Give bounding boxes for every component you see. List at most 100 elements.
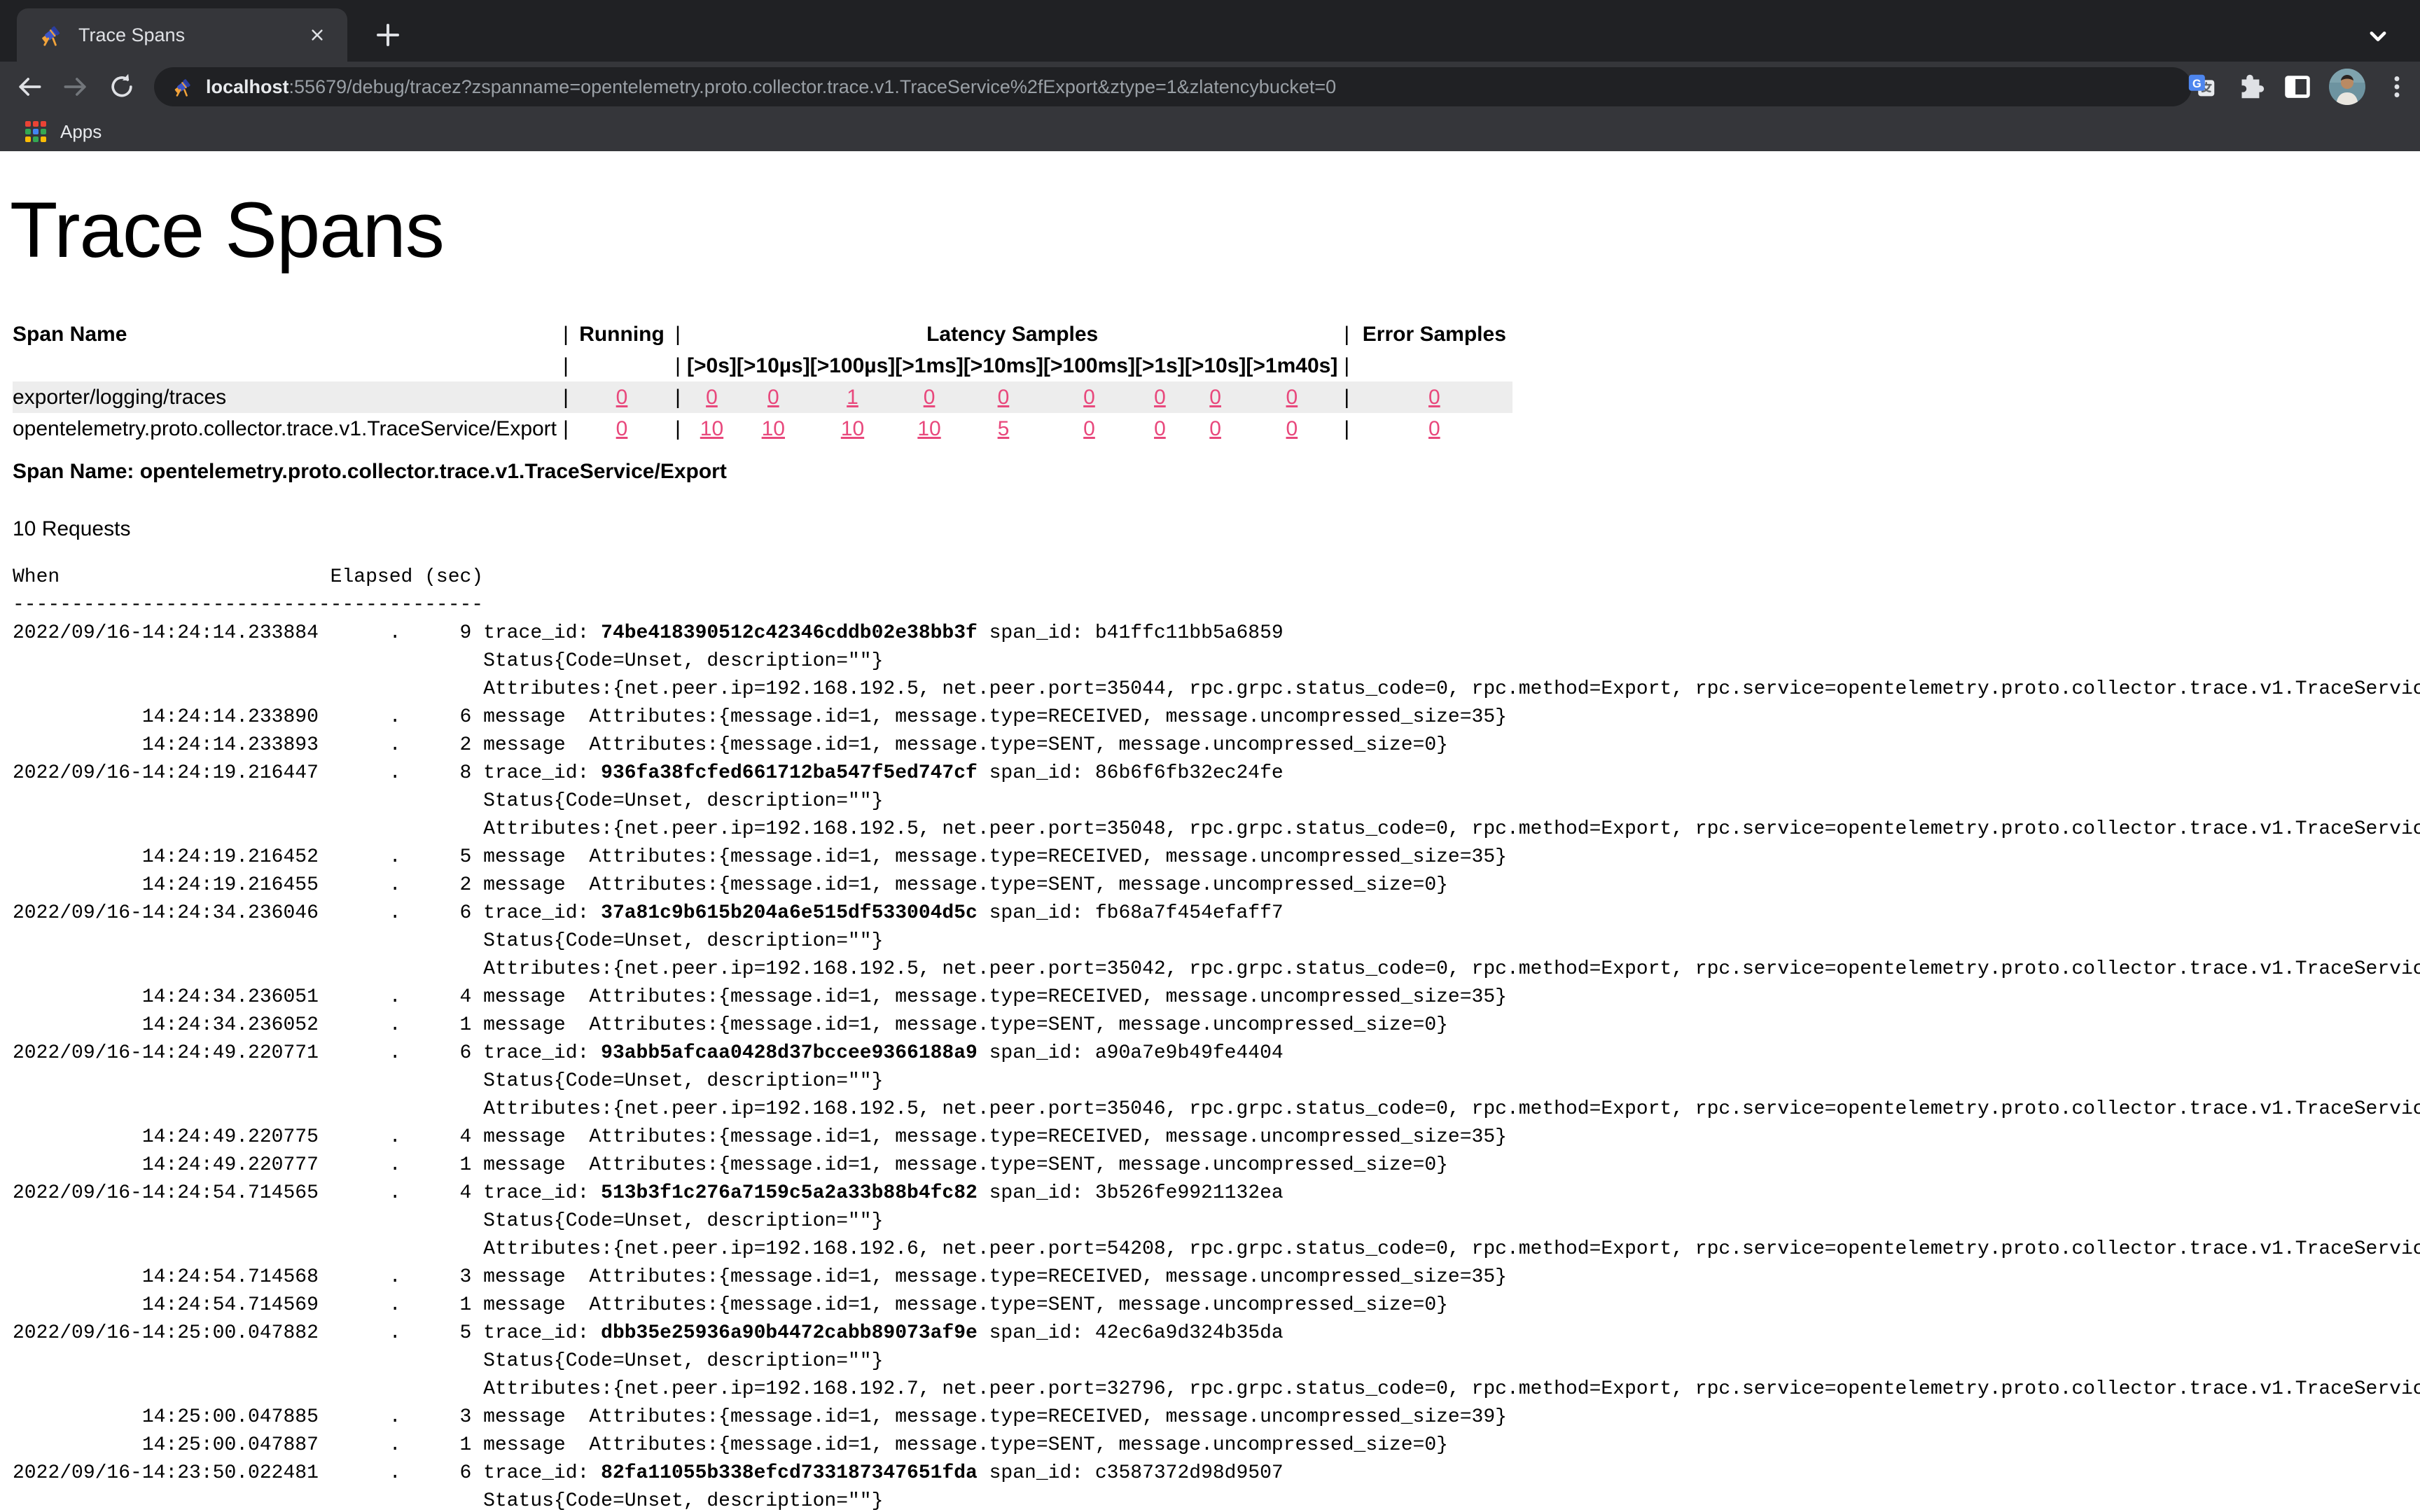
- column-separator: |: [1337, 350, 1356, 382]
- sample-count-link[interactable]: 0: [1154, 386, 1166, 409]
- latency-bucket-count[interactable]: 5: [964, 413, 1043, 444]
- sample-count-link[interactable]: 0: [1286, 386, 1298, 409]
- translate-icon[interactable]: G: [2186, 71, 2218, 103]
- log-line: 14:24:54.714569 . 1 message Attributes:{…: [13, 1292, 2420, 1320]
- latency-bucket-count[interactable]: 0: [964, 382, 1043, 413]
- puzzle-icon[interactable]: [2234, 71, 2266, 103]
- sample-count-link[interactable]: 10: [700, 417, 723, 440]
- span-summary-row: exporter/logging/traces|0|001000000|0: [13, 382, 1512, 413]
- latency-bucket-count[interactable]: 0: [1246, 413, 1337, 444]
- sample-count-link[interactable]: 10: [841, 417, 864, 440]
- latency-bucket-label: [>1ms]: [895, 350, 964, 382]
- toolbar-actions: G: [2171, 62, 2413, 112]
- latency-bucket-count[interactable]: 10: [895, 413, 964, 444]
- sample-count-link[interactable]: 0: [1428, 386, 1440, 409]
- log-line: 14:25:00.047885 . 3 message Attributes:{…: [13, 1404, 2420, 1432]
- arrow-right-icon[interactable]: [60, 71, 91, 102]
- column-separator: |: [669, 413, 687, 444]
- log-line: 14:24:14.233890 . 6 message Attributes:{…: [13, 704, 2420, 732]
- latency-bucket-header-row: | | [>0s][>10µs][>100µs][>1ms][>10ms][>1…: [13, 350, 1512, 382]
- sample-count-link[interactable]: 1: [847, 386, 858, 409]
- sample-count-link[interactable]: 0: [706, 386, 718, 409]
- log-line: 2022/09/16-14:23:50.022481 . 6 trace_id:…: [13, 1460, 2420, 1488]
- log-line: Status{Code=Unset, description=""}: [13, 1208, 2420, 1236]
- url-path: :55679/debug/tracez?zspanname=openteleme…: [289, 76, 1337, 97]
- latency-bucket-count[interactable]: 1: [810, 382, 896, 413]
- sample-count-link[interactable]: 0: [616, 386, 628, 409]
- user-avatar[interactable]: [2329, 69, 2365, 105]
- log-line: 2022/09/16-14:24:19.216447 . 8 trace_id:…: [13, 760, 2420, 788]
- close-icon[interactable]: [305, 23, 329, 47]
- latency-bucket-label: [>100ms]: [1043, 350, 1135, 382]
- span-name: exporter/logging/traces: [13, 382, 557, 413]
- log-line: Status{Code=Unset, description=""}: [13, 1068, 2420, 1096]
- sample-count-link[interactable]: 0: [616, 417, 628, 440]
- log-line: Status{Code=Unset, description=""}: [13, 1488, 2420, 1512]
- latency-bucket-count[interactable]: 10: [737, 413, 810, 444]
- latency-bucket-count[interactable]: 0: [1185, 413, 1246, 444]
- chevron-down-icon[interactable]: [2363, 21, 2393, 52]
- latency-bucket-count[interactable]: 0: [687, 382, 737, 413]
- column-separator: |: [557, 413, 575, 444]
- log-line: Status{Code=Unset, description=""}: [13, 648, 2420, 676]
- sample-count-link[interactable]: 0: [998, 386, 1010, 409]
- latency-bucket-count[interactable]: 0: [1135, 413, 1185, 444]
- latency-bucket-count[interactable]: 0: [1043, 382, 1135, 413]
- sample-count-link[interactable]: 10: [762, 417, 785, 440]
- sample-count-link[interactable]: 10: [917, 417, 940, 440]
- sample-count-link[interactable]: 0: [1083, 386, 1095, 409]
- sample-count-link[interactable]: 0: [1428, 417, 1440, 440]
- apps-grid-icon: [25, 121, 46, 142]
- latency-bucket-label: [>0s]: [687, 350, 737, 382]
- running-count[interactable]: 0: [575, 413, 669, 444]
- sample-count-link[interactable]: 0: [1209, 417, 1221, 440]
- request-event-log: When Elapsed (sec)----------------------…: [13, 564, 2420, 1512]
- sample-count-link[interactable]: 5: [998, 417, 1010, 440]
- latency-bucket-label: [>1m40s]: [1246, 350, 1337, 382]
- latency-bucket-count[interactable]: 0: [737, 382, 810, 413]
- kebab-menu-icon[interactable]: [2381, 71, 2413, 103]
- latency-bucket-count[interactable]: 0: [895, 382, 964, 413]
- svg-text:G: G: [2192, 78, 2202, 90]
- trace-id-value: 936fa38fcfed661712ba547f5ed747cf: [601, 762, 978, 784]
- trace-id-value: 82fa11055b338efcd733187347651fda: [601, 1462, 978, 1484]
- sample-count-link[interactable]: 0: [767, 386, 779, 409]
- latency-bucket-count[interactable]: 0: [1246, 382, 1337, 413]
- span-name: opentelemetry.proto.collector.trace.v1.T…: [13, 413, 557, 444]
- log-line: 14:24:14.233893 . 2 message Attributes:{…: [13, 732, 2420, 760]
- log-line: 14:24:34.236051 . 4 message Attributes:{…: [13, 983, 2420, 1011]
- sample-count-link[interactable]: 0: [1154, 417, 1166, 440]
- error-count[interactable]: 0: [1356, 382, 1512, 413]
- log-line: 14:25:00.047887 . 1 message Attributes:{…: [13, 1432, 2420, 1460]
- new-tab-button[interactable]: [371, 18, 405, 52]
- latency-bucket-count[interactable]: 0: [1043, 413, 1135, 444]
- running-count[interactable]: 0: [575, 382, 669, 413]
- latency-bucket-label: [>1s]: [1135, 350, 1185, 382]
- log-line: Attributes:{net.peer.ip=192.168.192.5, n…: [13, 676, 2420, 704]
- column-header-running: Running: [575, 318, 669, 350]
- column-header-latency-samples: Latency Samples: [687, 318, 1337, 350]
- latency-bucket-count[interactable]: 0: [1185, 382, 1246, 413]
- latency-bucket-count[interactable]: 10: [687, 413, 737, 444]
- error-count[interactable]: 0: [1356, 413, 1512, 444]
- column-separator: |: [557, 350, 575, 382]
- url-bar[interactable]: localhost:55679/debug/tracez?zspanname=o…: [154, 67, 2192, 106]
- column-separator: |: [1337, 382, 1356, 413]
- sample-count-link[interactable]: 0: [1083, 417, 1095, 440]
- sample-count-link[interactable]: 0: [924, 386, 936, 409]
- log-line: Attributes:{net.peer.ip=192.168.192.6, n…: [13, 1236, 2420, 1264]
- side-panel-icon[interactable]: [2281, 71, 2314, 103]
- browser-tab[interactable]: Trace Spans: [17, 8, 347, 62]
- browser-toolbar: localhost:55679/debug/tracez?zspanname=o…: [0, 62, 2420, 112]
- arrow-left-icon[interactable]: [14, 71, 45, 102]
- bookmarks-apps[interactable]: Apps: [25, 121, 102, 143]
- sample-count-link[interactable]: 0: [1209, 386, 1221, 409]
- column-header-span-name: Span Name: [13, 318, 557, 350]
- latency-bucket-count[interactable]: 10: [810, 413, 896, 444]
- latency-bucket-count[interactable]: 0: [1135, 382, 1185, 413]
- span-summary-table: Span Name | Running | Latency Samples | …: [13, 318, 1512, 444]
- sample-count-link[interactable]: 0: [1286, 417, 1298, 440]
- reload-icon[interactable]: [106, 71, 137, 102]
- column-separator: |: [669, 382, 687, 413]
- log-line: 2022/09/16-14:24:34.236046 . 6 trace_id:…: [13, 899, 2420, 927]
